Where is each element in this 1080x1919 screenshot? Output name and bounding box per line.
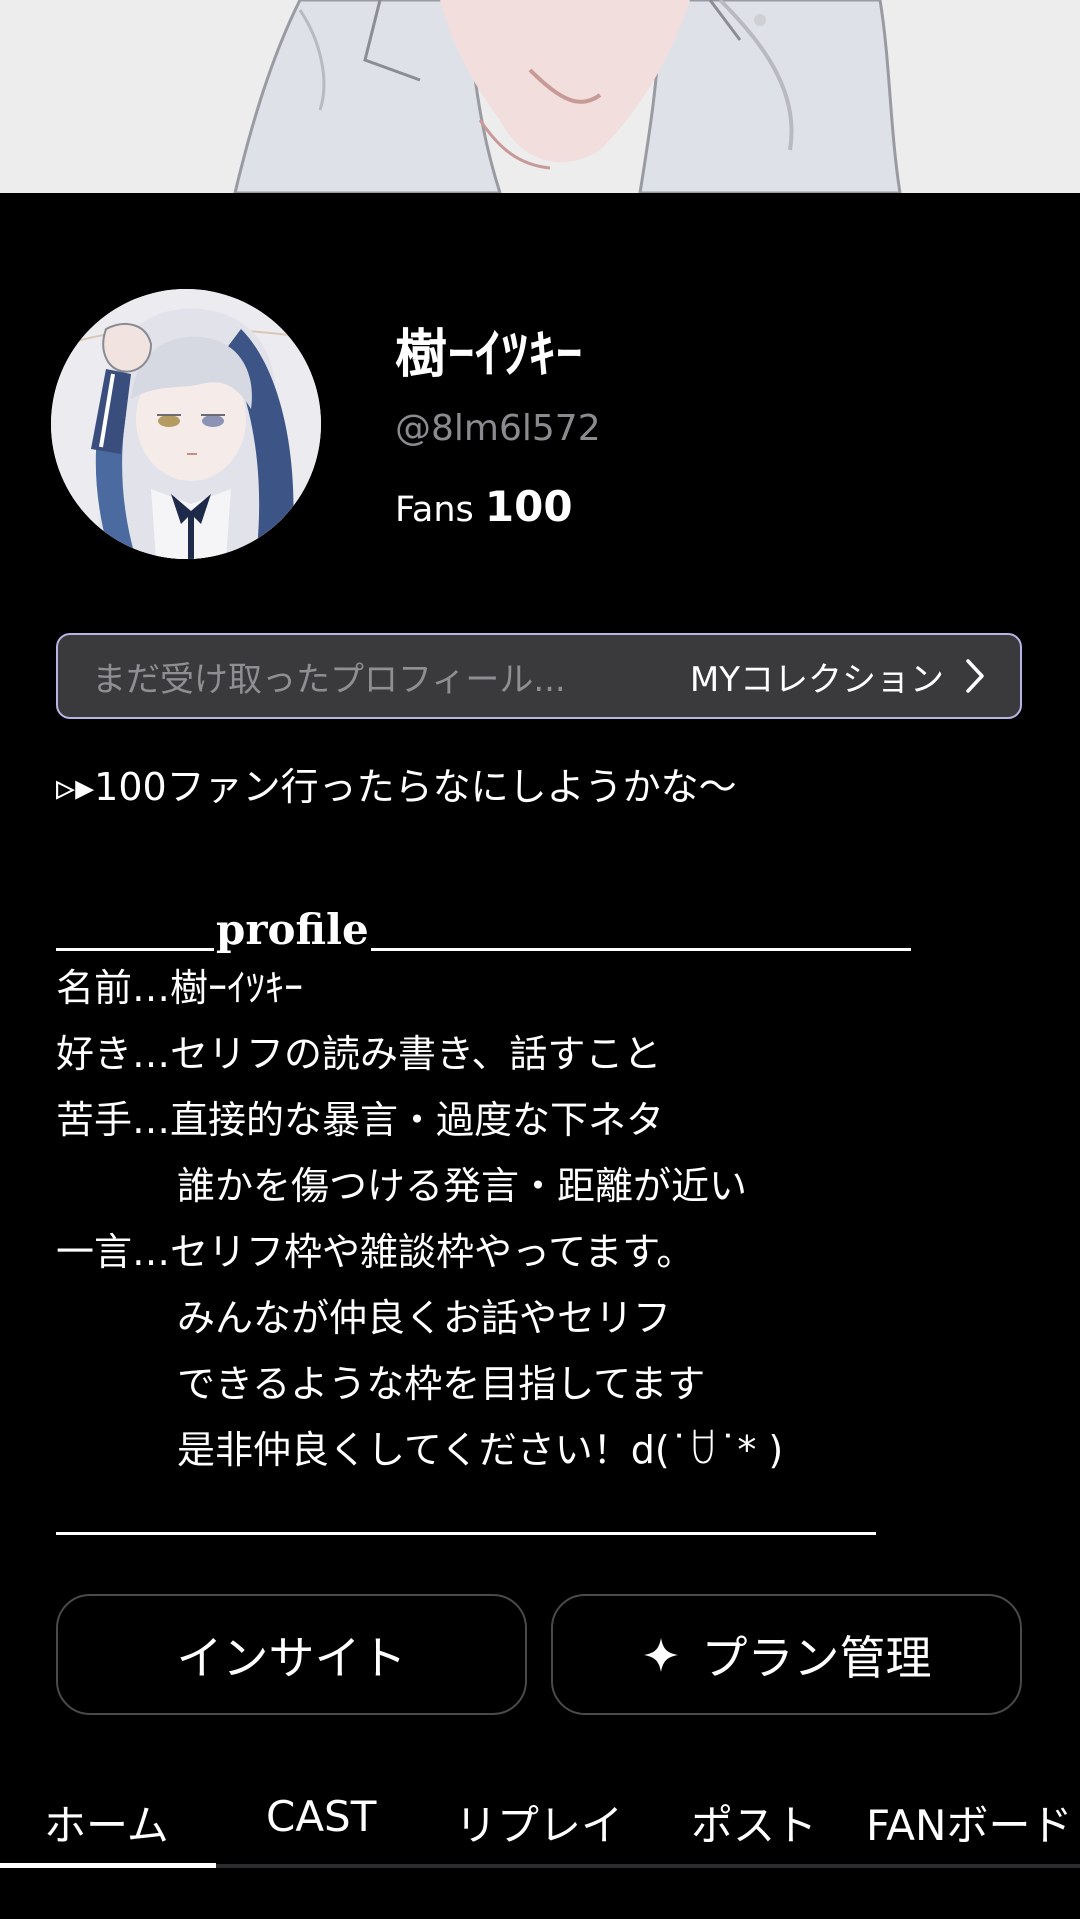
profile-bio: ▹▸100ファン行ったらなにしようかな～ profile 名前…樹ｰｲﾂｷｰ 好… xyxy=(56,754,1026,1483)
plan-management-button[interactable]: プラン管理 xyxy=(551,1594,1022,1715)
tab-home[interactable]: ホーム xyxy=(44,1792,169,1853)
bio-line: できるような枠を目指してます xyxy=(177,1362,706,1406)
bio-line: みんなが仲良くお話やセリフ xyxy=(177,1296,672,1340)
plan-button-label: プラン管理 xyxy=(701,1630,932,1685)
bio-line: 是非仲良くしてください！d(˙ꇴ˙* ) xyxy=(177,1428,784,1472)
sparkle-icon xyxy=(642,1636,680,1674)
profile-page: 樹ｰｲﾂｷｰ @8lm6l572 Fans 100 まだ受け取ったプロフィール.… xyxy=(0,0,1080,1919)
fans-count[interactable]: Fans 100 xyxy=(395,482,573,531)
bio-line: 好き…セリフの読み書き、話すこと xyxy=(56,1032,662,1076)
bio-section-title: profile xyxy=(216,905,369,954)
insight-button-label: インサイト xyxy=(176,1630,407,1685)
bio-line: 苦手…直接的な暴言・過度な下ネタ xyxy=(56,1098,665,1142)
profile-tabs: ホーム CAST リプレイ ポスト FANボード xyxy=(0,1768,1080,1868)
bio-intro: ▹▸100ファン行ったらなにしようかな～ xyxy=(56,765,737,809)
bio-line: 一言…セリフ枠や雑談枠やってます。 xyxy=(56,1230,695,1274)
divider xyxy=(370,948,911,951)
chevron-right-icon xyxy=(964,658,986,694)
cover-image xyxy=(0,0,1080,193)
user-handle: @8lm6l572 xyxy=(395,408,601,449)
my-collection-link[interactable]: MYコレクション xyxy=(690,652,944,701)
active-tab-indicator xyxy=(0,1863,216,1868)
bio-line: 名前…樹ｰｲﾂｷｰ xyxy=(56,966,304,1010)
bio-line: 誰かを傷つける発言・距離が近い xyxy=(177,1164,748,1208)
collection-placeholder: まだ受け取ったプロフィール... xyxy=(92,659,566,700)
my-collection-bar[interactable]: まだ受け取ったプロフィール... MYコレクション xyxy=(56,633,1022,719)
tab-replay[interactable]: リプレイ xyxy=(455,1792,623,1853)
tab-fan-board[interactable]: FANボード xyxy=(866,1792,1072,1853)
tab-post[interactable]: ポスト xyxy=(691,1792,817,1853)
bio-section-header: profile xyxy=(56,820,1026,955)
insight-button[interactable]: インサイト xyxy=(56,1594,527,1715)
display-name: 樹ｰｲﾂｷｰ xyxy=(395,325,584,385)
divider xyxy=(56,948,214,951)
tab-cast[interactable]: CAST xyxy=(266,1792,376,1841)
fans-number: 100 xyxy=(484,482,573,531)
fans-label: Fans xyxy=(395,490,474,530)
divider xyxy=(56,1532,876,1535)
avatar[interactable] xyxy=(51,289,321,559)
